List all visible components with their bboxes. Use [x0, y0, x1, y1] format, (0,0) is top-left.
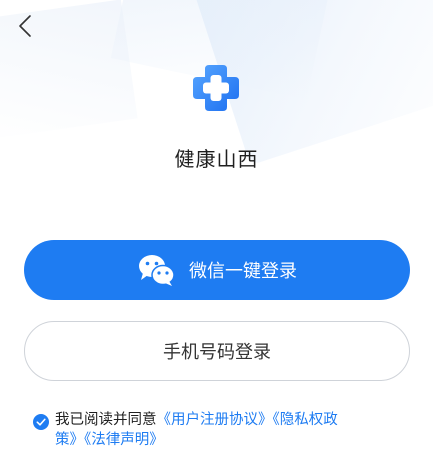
- app-name: 健康山西: [174, 147, 259, 171]
- medical-cross-icon: [193, 65, 239, 111]
- privacy-policy-link-part1: 《隐私权政: [272, 412, 338, 428]
- legal-notice-link[interactable]: 《法律声明》: [84, 432, 164, 448]
- phone-login-button[interactable]: 手机号码登录: [24, 321, 410, 381]
- wechat-login-label: 微信一键登录: [189, 261, 297, 282]
- privacy-policy-link-part2: 策》: [55, 432, 84, 448]
- phone-login-label: 手机号码登录: [163, 342, 271, 363]
- back-button[interactable]: [14, 12, 38, 40]
- agreement-text: 我已阅读并同意《用户注册协议》《隐私权政策》《法律声明》: [33, 410, 403, 450]
- agreement-checkbox[interactable]: [33, 414, 49, 430]
- chevron-left-icon: [14, 12, 38, 40]
- login-page: 健康山西 微信一键登录 手机号码登录 我已阅读并同意《用户注册协议》《隐私权政 …: [0, 0, 433, 460]
- wechat-icon: [137, 253, 177, 287]
- user-agreement-link[interactable]: 《用户注册协议》: [157, 412, 273, 428]
- checkmark-icon: [33, 414, 49, 430]
- agreement-prefix: 我已阅读并同意: [55, 412, 157, 428]
- app-logo: [191, 63, 241, 113]
- wechat-login-button[interactable]: 微信一键登录: [24, 240, 410, 300]
- agreement-row: 我已阅读并同意《用户注册协议》《隐私权政策》《法律声明》: [33, 410, 403, 450]
